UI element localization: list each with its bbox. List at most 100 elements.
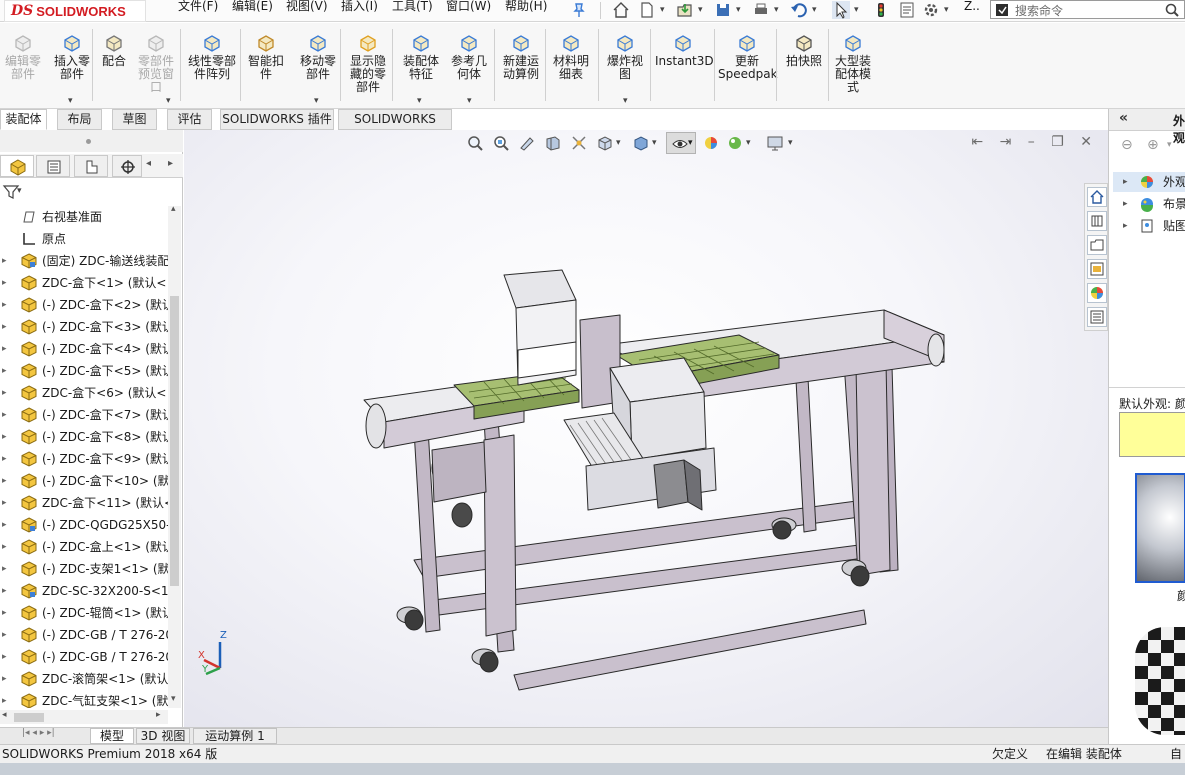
- tab-3d-views[interactable]: 3D 视图: [136, 728, 190, 744]
- tree-item[interactable]: ▸ (-) ZDC-盒下<4> (默认: [0, 338, 168, 360]
- more-menu[interactable]: Z..: [964, 0, 980, 22]
- expand-arrow-icon[interactable]: ▸: [2, 558, 7, 580]
- chevron-down-icon[interactable]: ▾: [1167, 140, 1172, 150]
- new-document-icon[interactable]: [638, 1, 656, 19]
- expand-arrow-icon[interactable]: ▸: [1123, 216, 1128, 236]
- task-pane-item-decals[interactable]: ▸ 贴图: [1113, 216, 1185, 236]
- tree-item[interactable]: ▸ ZDC-滚筒架<1> (默认: [0, 668, 168, 690]
- expand-arrow-icon[interactable]: ▸: [2, 294, 7, 316]
- chevron-down-icon[interactable]: ▾: [774, 5, 779, 15]
- chevron-down-icon[interactable]: ▾: [944, 5, 949, 15]
- tree-item[interactable]: ▸ (-) ZDC-GB / T 276-20: [0, 624, 168, 646]
- view-palette-button[interactable]: [1087, 259, 1107, 279]
- tab-feature-manager[interactable]: [0, 155, 34, 177]
- chevron-down-icon[interactable]: ▾: [17, 186, 22, 196]
- chevron-down-icon[interactable]: ▾: [660, 5, 665, 15]
- tree-item[interactable]: ▸ (-) ZDC-GB / T 276-20: [0, 646, 168, 668]
- expand-arrow-icon[interactable]: ▸: [2, 514, 7, 536]
- assembly-features-button[interactable]: 装配体 特征: [398, 33, 444, 81]
- tree-item[interactable]: ▸ ZDC-气缸支架<1> (默: [0, 690, 168, 708]
- move-component-button[interactable]: 移动零 部件: [294, 33, 342, 81]
- assembly-3d-model[interactable]: [184, 130, 1108, 727]
- scroll-down-icon[interactable]: ▾: [171, 694, 176, 704]
- tree-vertical-scrollbar[interactable]: ▴ ▾: [168, 204, 181, 708]
- insert-components-button[interactable]: 插入零 部件: [50, 33, 94, 81]
- tree-item[interactable]: 右视基准面: [0, 206, 168, 228]
- show-hidden-components-button[interactable]: 显示隐 藏的零 部件: [346, 33, 390, 94]
- expand-arrow-icon[interactable]: ▸: [2, 624, 7, 646]
- expand-arrow-icon[interactable]: ▸: [2, 404, 7, 426]
- scroll-up-icon[interactable]: ▴: [171, 204, 176, 214]
- tab-sketch[interactable]: 草图: [112, 109, 157, 130]
- tree-item[interactable]: ▸ (-) ZDC-盒下<7> (默认: [0, 404, 168, 426]
- select-pointer-icon[interactable]: [832, 1, 850, 19]
- appearance-thumbnail-selected[interactable]: [1135, 473, 1185, 583]
- open-icon[interactable]: [676, 1, 694, 19]
- tree-item[interactable]: ▸ (-) ZDC-盒下<2> (默认: [0, 294, 168, 316]
- large-assembly-mode-button[interactable]: 大型装 配体模 式: [831, 33, 875, 94]
- rebuild-traffic-light-icon[interactable]: [872, 1, 890, 19]
- undo-icon[interactable]: [790, 1, 808, 19]
- instant3d-button[interactable]: Instant3D: [655, 33, 714, 68]
- chevron-down-icon[interactable]: ▾: [698, 5, 703, 15]
- chevron-down-icon[interactable]: ▾: [314, 96, 319, 106]
- appearances-scenes-button[interactable]: [1087, 283, 1107, 303]
- chevron-down-icon[interactable]: ▾: [623, 96, 628, 106]
- tab-model[interactable]: 模型: [90, 728, 134, 744]
- graphics-area[interactable]: ▾ ▾ ▾ ▾ ▾ ⇤ ⇥ – ❐ ✕ Z X Y: [184, 130, 1108, 727]
- tree-item[interactable]: ▸ ZDC-盒下<11> (默认<: [0, 492, 168, 514]
- reference-geometry-button[interactable]: 参考几 何体: [446, 33, 492, 81]
- print-icon[interactable]: [752, 1, 770, 19]
- expand-arrow-icon[interactable]: ▸: [2, 382, 7, 404]
- tab-nav-icon[interactable]: |◂ ◂ ▸ ▸|: [22, 728, 55, 738]
- scroll-right-icon[interactable]: ▸: [156, 710, 161, 720]
- file-properties-icon[interactable]: [898, 1, 916, 19]
- tree-item[interactable]: 原点: [0, 228, 168, 250]
- menu-file[interactable]: 文件(F): [178, 0, 218, 22]
- status-units[interactable]: 自: [1170, 745, 1182, 763]
- tree-item[interactable]: ▸ (-) ZDC-QGDG25X50-: [0, 514, 168, 536]
- expand-arrow-icon[interactable]: ▸: [2, 646, 7, 668]
- tree-item[interactable]: ▸ (-) ZDC-支架1<1> (默认: [0, 558, 168, 580]
- tree-scroll-thumb[interactable]: [170, 296, 179, 586]
- search-mode-icon[interactable]: [995, 2, 1011, 18]
- chevron-down-icon[interactable]: ▾: [736, 5, 741, 15]
- expand-arrow-icon[interactable]: ▸: [2, 338, 7, 360]
- menu-tools[interactable]: 工具(T): [392, 0, 433, 22]
- save-icon[interactable]: [714, 1, 732, 19]
- tab-layout[interactable]: 布局: [57, 109, 102, 130]
- bill-of-materials-button[interactable]: 材料明 细表: [549, 33, 593, 81]
- back-arrow-icon[interactable]: ⊖: [1121, 137, 1133, 153]
- tab-solidworks-addins[interactable]: SOLIDWORKS 插件: [220, 109, 334, 130]
- expand-arrow-icon[interactable]: ▸: [2, 470, 7, 492]
- appearance-color-swatch[interactable]: [1119, 412, 1185, 457]
- panel-grip-icon[interactable]: [86, 139, 91, 144]
- expand-arrow-icon[interactable]: ▸: [2, 668, 7, 690]
- chevron-down-icon[interactable]: ▾: [854, 5, 859, 15]
- expand-arrow-icon[interactable]: ▸: [2, 448, 7, 470]
- collapse-pane-icon[interactable]: «: [1119, 110, 1128, 126]
- expand-arrow-icon[interactable]: ▸: [2, 426, 7, 448]
- menu-insert[interactable]: 插入(I): [341, 0, 378, 22]
- tree-item[interactable]: ▸ (-) ZDC-辊筒<1> (默认: [0, 602, 168, 624]
- chevron-down-icon[interactable]: ▾: [68, 96, 73, 106]
- search-icon[interactable]: [1164, 2, 1180, 18]
- tree-item[interactable]: ▸ (-) ZDC-盒下<9> (默认: [0, 448, 168, 470]
- pin-icon[interactable]: [570, 1, 588, 19]
- tree-item[interactable]: ▸ (-) ZDC-盒下<5> (默认: [0, 360, 168, 382]
- tree-item[interactable]: ▸ (-) ZDC-盒下<3> (默认: [0, 316, 168, 338]
- tree-item[interactable]: ▸ ZDC-SC-32X200-S<1:: [0, 580, 168, 602]
- expand-arrow-icon[interactable]: ▸: [2, 690, 7, 708]
- chevron-left-icon[interactable]: ◂: [146, 158, 151, 169]
- home-icon[interactable]: [612, 1, 630, 19]
- new-motion-study-button[interactable]: 新建运 动算例: [498, 33, 544, 81]
- tab-configuration-manager[interactable]: [74, 155, 108, 177]
- menu-view[interactable]: 视图(V): [286, 0, 328, 22]
- tree-item[interactable]: ▸ (-) ZDC-盒上<1> (默认: [0, 536, 168, 558]
- expand-arrow-icon[interactable]: ▸: [2, 492, 7, 514]
- expand-arrow-icon[interactable]: ▸: [2, 316, 7, 338]
- menu-edit[interactable]: 编辑(E): [232, 0, 273, 22]
- expand-arrow-icon[interactable]: ▸: [2, 580, 7, 602]
- file-explorer-button[interactable]: [1087, 235, 1107, 255]
- chevron-down-icon[interactable]: ▾: [467, 96, 472, 106]
